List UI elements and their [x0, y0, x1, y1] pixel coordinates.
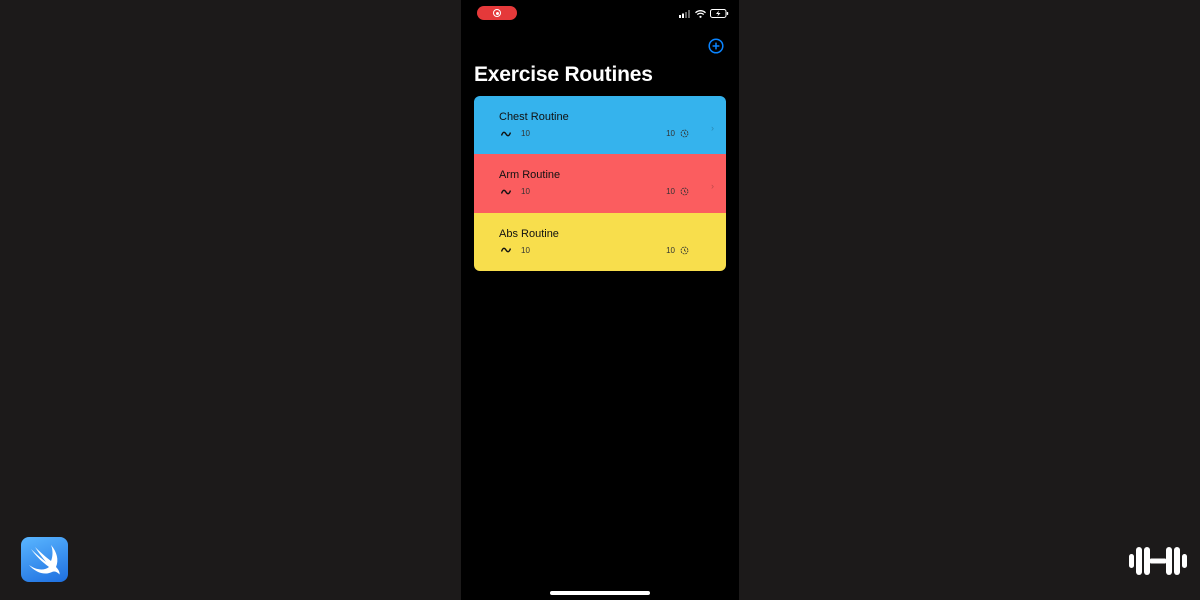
status-icons [679, 9, 729, 18]
screen-record-icon[interactable] [477, 6, 517, 20]
routine-name: Arm Routine [499, 169, 561, 182]
stat-value: 10 [666, 245, 675, 255]
routine-name: Chest Routine [499, 111, 569, 123]
wave-icon [501, 131, 511, 136]
routine-list: Chest Routine 10 10 › Arm Routine 10 10 … [474, 96, 726, 271]
chevron-right-icon: › [711, 181, 714, 192]
stat-value: 10 [666, 187, 675, 197]
stat-right: 10 [666, 246, 689, 255]
timer-icon [680, 129, 689, 138]
stat-left: 10 [501, 187, 530, 196]
stat-value: 10 [521, 187, 530, 197]
routine-name: Abs Routine [499, 227, 559, 240]
timer-icon [680, 187, 689, 196]
chevron-right-icon: › [711, 123, 714, 133]
wifi-icon [695, 9, 706, 18]
swift-logo-icon [21, 537, 68, 582]
stat-right: 10 [666, 187, 689, 196]
wave-icon [501, 247, 511, 253]
add-routine-button[interactable] [708, 38, 724, 54]
status-bar [461, 0, 739, 28]
dumbbell-icon [1129, 547, 1187, 575]
routine-card-arm[interactable]: Arm Routine 10 10 › [474, 154, 726, 213]
battery-charging-icon [710, 9, 729, 18]
cellular-signal-icon [679, 9, 690, 18]
home-indicator[interactable] [550, 591, 650, 595]
stat-value: 10 [666, 129, 675, 138]
routine-card-abs[interactable]: Abs Routine 10 10 [474, 212, 726, 271]
stat-left: 10 [501, 129, 530, 138]
timer-icon [680, 246, 689, 254]
phone-screen: Exercise Routines Chest Routine 10 10 › … [461, 0, 739, 600]
stat-right: 10 [666, 129, 689, 138]
stat-value: 10 [521, 245, 530, 255]
routine-card-chest[interactable]: Chest Routine 10 10 › [474, 96, 726, 155]
stat-left: 10 [501, 246, 530, 255]
wave-icon [501, 189, 511, 195]
page-title: Exercise Routines [474, 63, 653, 86]
stat-value: 10 [521, 129, 530, 138]
